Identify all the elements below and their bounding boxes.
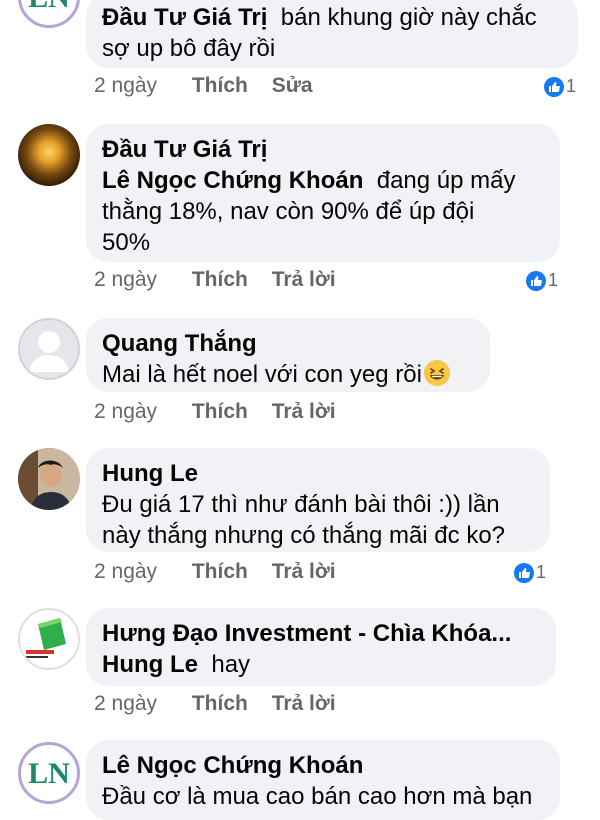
comment-author[interactable]: Đầu Tư Giá Trị: [102, 4, 267, 31]
like-button[interactable]: Thích: [192, 692, 248, 716]
avatar-default[interactable]: [18, 318, 80, 380]
ln-logo-icon: LN: [28, 0, 70, 14]
thumbs-up-icon: [514, 562, 534, 583]
comment-bubble: Lê Ngọc Chứng Khoán Đầu cơ là mua cao bá…: [86, 740, 560, 820]
comment-author[interactable]: Hung Le: [102, 458, 534, 489]
comment-text: Đầu cơ là mua cao bán cao hơn mà bạn: [102, 783, 533, 810]
avatar-hung-dao[interactable]: [18, 608, 80, 670]
comment-actions: 2 ngày Thích Sửa: [94, 74, 331, 98]
thumbs-up-icon: [544, 76, 564, 97]
comment-author[interactable]: Lê Ngọc Chứng Khoán: [102, 750, 544, 781]
comment-time[interactable]: 2 ngày: [94, 692, 186, 716]
ln-logo-icon: LN: [28, 757, 70, 790]
avatar-ln-logo[interactable]: LN: [18, 0, 80, 28]
comment-bubble: Quang Thắng Mai là hết noel với con yeg …: [86, 318, 490, 392]
reaction-count[interactable]: 1: [514, 562, 546, 583]
reply-button[interactable]: Trả lời: [272, 692, 336, 716]
comment-mention[interactable]: Hung Le: [102, 651, 198, 678]
like-button[interactable]: Thích: [192, 560, 248, 584]
reaction-number: 1: [548, 270, 559, 290]
comment-bubble: Hưng Đạo Investment - Chìa Khóa... Hung …: [86, 608, 556, 686]
like-button[interactable]: Thích: [192, 400, 248, 424]
reaction-count[interactable]: 1: [544, 76, 576, 97]
comment-bubble: Đầu Tư Giá Trị bán khung giờ này chắc sợ…: [86, 0, 578, 68]
comment-author[interactable]: Quang Thắng: [102, 328, 474, 359]
comment-text: Mai là hết noel với con yeg rồi: [102, 361, 422, 388]
comment-text: đang úp mấy: [376, 167, 516, 194]
reaction-number: 1: [536, 562, 547, 582]
comment-time[interactable]: 2 ngày: [94, 400, 186, 424]
comment-time[interactable]: 2 ngày: [94, 74, 186, 98]
comment-author[interactable]: Đầu Tư Giá Trị: [102, 134, 544, 165]
profile-photo: [18, 448, 80, 510]
comment-actions: 2 ngày Thích Trả lời: [94, 268, 354, 292]
comment-time[interactable]: 2 ngày: [94, 560, 186, 584]
comment-text: 50%: [102, 229, 151, 256]
like-button[interactable]: Thích: [192, 268, 248, 292]
comment-actions: 2 ngày Thích Trả lời: [94, 692, 354, 716]
like-button[interactable]: Thích: [192, 74, 248, 98]
comment-time[interactable]: 2 ngày: [94, 268, 186, 292]
book-logo-icon: [26, 618, 66, 658]
comment-text: sợ up bô đây rồi: [102, 35, 276, 62]
reaction-count[interactable]: 1: [526, 270, 558, 291]
reply-button[interactable]: Trả lời: [272, 560, 336, 584]
reply-button[interactable]: Trả lời: [272, 400, 336, 424]
reaction-number: 1: [566, 76, 577, 96]
avatar-hung-le[interactable]: [18, 448, 80, 510]
comment-text: hay: [211, 651, 251, 678]
comment-text: thằng 18%, nav còn 90% để úp đội: [102, 198, 475, 225]
avatar-ln-logo[interactable]: LN: [18, 742, 80, 804]
svg-text:LN: LN: [28, 757, 70, 790]
comment-actions: 2 ngày Thích Trả lời: [94, 560, 354, 584]
person-icon: [29, 331, 69, 372]
comment-bubble: Đầu Tư Giá Trị Lê Ngọc Chứng Khoán đang …: [86, 124, 560, 262]
svg-text:LN: LN: [28, 0, 70, 14]
reply-button[interactable]: Trả lời: [272, 268, 336, 292]
comment-mention[interactable]: Lê Ngọc Chứng Khoán: [102, 167, 363, 194]
thumbs-up-icon: [526, 270, 546, 291]
grinning-squinting-face-icon: [423, 360, 450, 386]
avatar-candle[interactable]: [18, 124, 80, 186]
comment-text: bán khung giờ này chắc: [280, 4, 537, 31]
comment-bubble: Hung Le Đu giá 17 thì như đánh bài thôi …: [86, 448, 550, 552]
comment-text: Đu giá 17 thì như đánh bài thôi :)) lần: [102, 491, 500, 518]
comment-text: này thắng nhưng có thắng mãi đc ko?: [102, 522, 506, 549]
comment-author[interactable]: Hưng Đạo Investment - Chìa Khóa...: [102, 618, 540, 649]
edit-button[interactable]: Sửa: [272, 74, 313, 98]
comment-actions: 2 ngày Thích Trả lời: [94, 400, 354, 424]
